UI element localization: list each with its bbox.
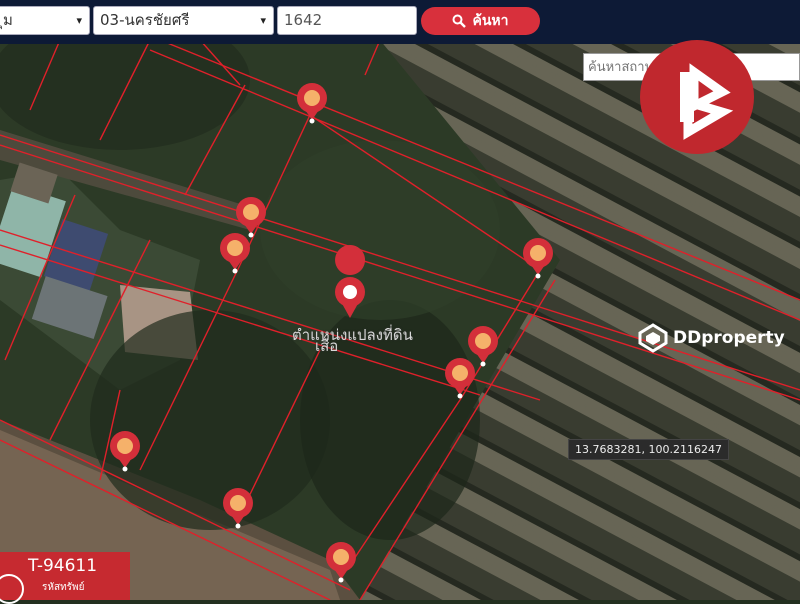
logo-mark-icon: [680, 63, 734, 140]
chevron-down-icon: ▾: [76, 14, 82, 27]
property-code-caption: รหัสทรัพย์: [42, 582, 85, 593]
brand-logo: [640, 40, 754, 154]
district-select[interactable]: 03-นครชัยศรี ▾: [93, 6, 274, 35]
province-select[interactable]: ุม ▾: [0, 6, 90, 35]
chevron-down-icon: ▾: [260, 14, 266, 27]
ddproperty-logo-icon: [638, 323, 668, 353]
coordinate-readout: 13.7683281, 100.2116247: [568, 439, 729, 460]
search-button-label: ค้นหา: [472, 13, 509, 29]
parcel-label-line2: เสือ: [315, 337, 339, 355]
property-code: T-94611: [28, 556, 98, 576]
district-value: 03-นครชัยศรี: [100, 11, 190, 29]
search-button[interactable]: ค้นหา: [421, 7, 540, 35]
search-icon: [452, 14, 467, 28]
province-value: ุม: [3, 11, 13, 29]
parcel-number-input[interactable]: 1642: [277, 6, 417, 35]
ddproperty-watermark: DDproperty: [638, 323, 785, 353]
parcel-label-line1: ตำแหน่งแปลงที่ดิน: [292, 326, 413, 344]
parcel-number-value: 1642: [284, 11, 323, 29]
property-id-badge: T-94611 รหัสทรัพย์: [0, 552, 130, 604]
ddproperty-brand: DDproperty: [673, 328, 785, 348]
search-toolbar: ุม ▾ 03-นครชัยศรี ▾ 1642 ค้นหา: [0, 0, 800, 44]
